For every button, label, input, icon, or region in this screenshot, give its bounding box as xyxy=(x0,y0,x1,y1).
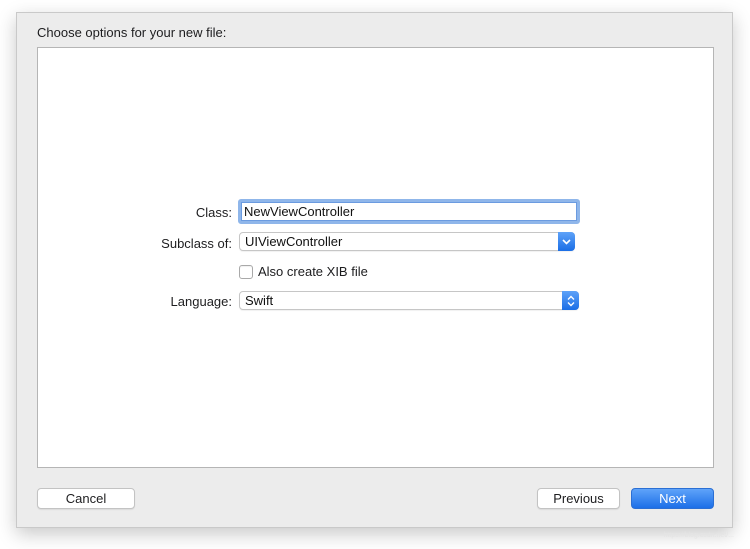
xib-checkbox[interactable] xyxy=(239,264,253,279)
updown-stepper-icon[interactable] xyxy=(562,291,579,310)
cancel-button[interactable]: Cancel xyxy=(37,488,135,509)
class-name-input[interactable]: NewViewController xyxy=(238,199,580,224)
chevron-down-icon[interactable] xyxy=(558,232,575,251)
subclass-value: UIViewController xyxy=(245,234,343,249)
subclass-label: Subclass of: xyxy=(161,236,232,251)
sheet-title: Choose options for your new file: xyxy=(37,25,227,40)
subclass-combobox[interactable]: UIViewController xyxy=(239,232,575,251)
previous-button[interactable]: Previous xyxy=(537,488,620,509)
xib-checkbox-row[interactable]: Also create XIB file xyxy=(239,264,368,279)
class-label: Class: xyxy=(195,205,232,220)
new-file-options-sheet: Choose options for your new file: Class:… xyxy=(16,12,733,528)
xib-checkbox-label: Also create XIB file xyxy=(258,264,368,279)
class-name-value: NewViewController xyxy=(244,204,355,219)
language-popup[interactable]: Swift xyxy=(239,291,579,310)
watermark-text: https://blog.csdn.net/... xyxy=(663,532,734,539)
options-panel: Class: NewViewController Subclass of: UI… xyxy=(37,47,714,468)
language-value: Swift xyxy=(245,293,274,308)
language-label: Language: xyxy=(170,294,232,309)
next-button[interactable]: Next xyxy=(631,488,714,509)
